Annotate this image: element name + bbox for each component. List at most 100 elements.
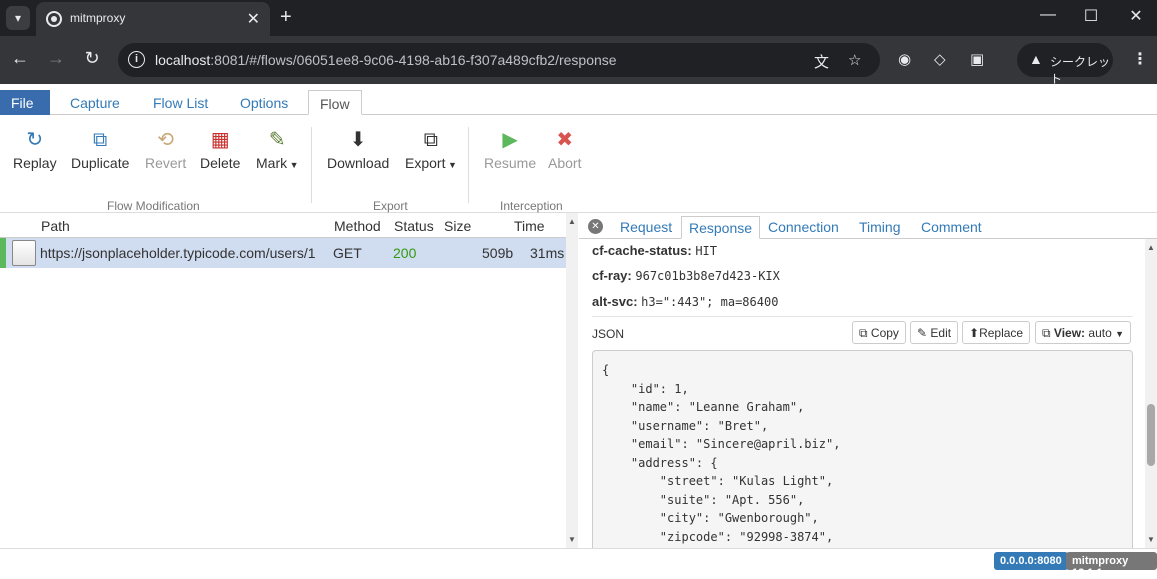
column-size[interactable]: Size [444,218,471,234]
flow-method: GET [333,245,362,261]
column-time[interactable]: Time [514,218,545,234]
view-mode-dropdown[interactable]: ⧉ View: auto ▼ [1035,321,1132,344]
browser-menu-icon[interactable]: ⋮ [1132,49,1148,69]
tab-response[interactable]: Response [681,216,761,239]
resume-label: Resume [484,155,537,171]
scroll-down-arrow-icon[interactable]: ▼ [568,535,576,544]
detail-scrollbar[interactable]: ▲ ▼ [1145,239,1157,548]
code-line: "street": "Kulas Light", [602,474,834,488]
back-arrow-icon[interactable]: ← [8,48,32,69]
extension-shield-icon[interactable]: ◉ [898,50,911,68]
scroll-up-arrow-icon[interactable]: ▲ [568,217,576,226]
code-line: { [602,363,610,377]
header-row: cf-ray: 967c01b3b8e7d423-KIX [592,268,780,283]
edit-button[interactable]: ✎ Edit [910,321,959,344]
new-tab-plus-icon[interactable]: + [280,6,292,28]
extension-diamond-icon[interactable]: ◇ [934,50,946,68]
group-label-interception: Interception [500,199,563,213]
divider [592,316,1133,317]
bookmark-star-icon[interactable]: ☆ [848,51,861,69]
incognito-icon: ▲ [1029,51,1043,67]
replace-button[interactable]: ⬆Replace [962,321,1031,344]
edit-label: Edit [930,326,952,340]
tab-capture[interactable]: Capture [59,90,131,115]
incognito-label: シークレット [1050,55,1111,86]
extensions-puzzle-icon[interactable]: ▣ [970,50,984,68]
tab-file[interactable]: File [0,90,50,115]
tab-timing[interactable]: Timing [852,216,908,239]
resume-button[interactable]: ▶ Resume [484,125,536,171]
replay-icon: ↻ [26,129,44,151]
code-line: "city": "Gwenborough", [602,511,819,525]
incognito-indicator[interactable]: ▲ シークレット [1017,43,1113,86]
delete-button[interactable]: ▦ Delete [200,125,240,171]
abort-x-icon: ✖ [556,129,574,151]
duplicate-button[interactable]: ⧉ Duplicate [71,125,129,171]
header-key: cf-ray: [592,268,632,283]
code-line: "email": "Sincere@april.biz", [602,437,841,451]
abort-button[interactable]: ✖ Abort [548,125,581,171]
download-button[interactable]: ⬇ Download [327,125,389,171]
content-type-label: JSON [592,327,625,341]
site-info-icon[interactable]: i [128,51,145,68]
tab-request[interactable]: Request [613,216,679,239]
code-line: "address": { [602,455,718,470]
header-value: 967c01b3b8e7d423-KIX [635,269,780,283]
reload-icon[interactable]: ↻ [80,48,104,69]
revert-button[interactable]: ⟲ Revert [145,125,186,171]
column-status[interactable]: Status [394,218,434,234]
duplicate-label: Duplicate [71,155,130,171]
flow-table-scrollbar[interactable]: ▲ ▼ [566,213,578,548]
export-label: Export [405,155,446,171]
code-line: "zipcode": "92998-3874", [602,529,834,544]
scroll-down-arrow-icon[interactable]: ▼ [1147,535,1155,544]
export-copy-icon: ⧉ [423,129,439,151]
minimize-icon[interactable]: — [1033,6,1063,24]
edit-icon: ✎ [917,326,928,340]
code-line: "name": "Leanne Graham", [602,400,805,414]
header-key: cf-cache-status: [592,243,692,258]
column-path[interactable]: Path [41,218,70,234]
tab-flow[interactable]: Flow [308,90,362,115]
replay-label: Replay [13,155,57,171]
json-content-view[interactable]: { "id": 1, "name": "Leanne Graham", "use… [592,350,1133,560]
window-close-icon[interactable]: ✕ [1121,6,1151,26]
export-dropdown-button[interactable]: ⧉ Export ▼ [405,125,457,171]
tab-options[interactable]: Options [229,90,299,115]
browser-tab-title: mitmproxy [70,11,126,25]
code-line: "suite": "Apt. 556", [602,492,805,507]
flow-size: 509b [482,245,514,261]
duplicate-icon: ⧉ [93,129,108,151]
tab-search-chevron-icon[interactable]: ▾ [6,6,30,30]
status-footer: 0.0.0.0:8080 mitmproxy 12.1.1 [0,548,1157,579]
copy-label: Copy [870,326,899,340]
column-method[interactable]: Method [334,218,381,234]
table-row[interactable]: https://jsonplaceholder.typicode.com/use… [0,238,566,268]
listen-address-badge: 0.0.0.0:8080 [994,552,1068,570]
forward-arrow-icon[interactable]: → [44,48,68,69]
scrollbar-thumb[interactable] [1147,404,1155,466]
play-icon: ▶ [502,129,518,151]
tab-comment[interactable]: Comment [914,216,989,239]
mark-label: Mark [256,155,288,171]
flow-table-header: Path Method Status Size Time [0,213,566,238]
replay-button[interactable]: ↻ Replay [13,125,57,171]
group-label-flow-modification: Flow Modification [107,199,200,213]
flow-time: 31ms [530,245,565,261]
address-url[interactable]: localhost:8081/#/flows/06051ee8-9c06-419… [155,52,617,68]
flow-path: https://jsonplaceholder.typicode.com/use… [40,245,316,261]
tab-close-icon[interactable]: ✕ [247,9,260,29]
flow-table: Path Method Status Size Time https://jso… [0,213,578,548]
mark-dropdown-button[interactable]: ✎ Mark ▼ [256,125,299,171]
scroll-up-arrow-icon[interactable]: ▲ [1147,243,1155,252]
tab-connection[interactable]: Connection [761,216,846,239]
caret-down-icon: ▼ [1115,329,1125,339]
address-bar[interactable]: i localhost:8081/#/flows/06051ee8-9c06-4… [118,43,880,77]
browser-tab[interactable]: mitmproxy ✕ [36,2,270,36]
translate-icon[interactable]: 文 [814,51,829,72]
close-detail-icon[interactable]: ✕ [588,219,603,234]
flow-detail: ✕ Request Response Connection Timing Com… [579,213,1157,560]
tab-flow-list[interactable]: Flow List [142,90,219,115]
copy-button[interactable]: ⧉ Copy [852,321,906,344]
maximize-icon[interactable]: ☐ [1076,6,1106,26]
